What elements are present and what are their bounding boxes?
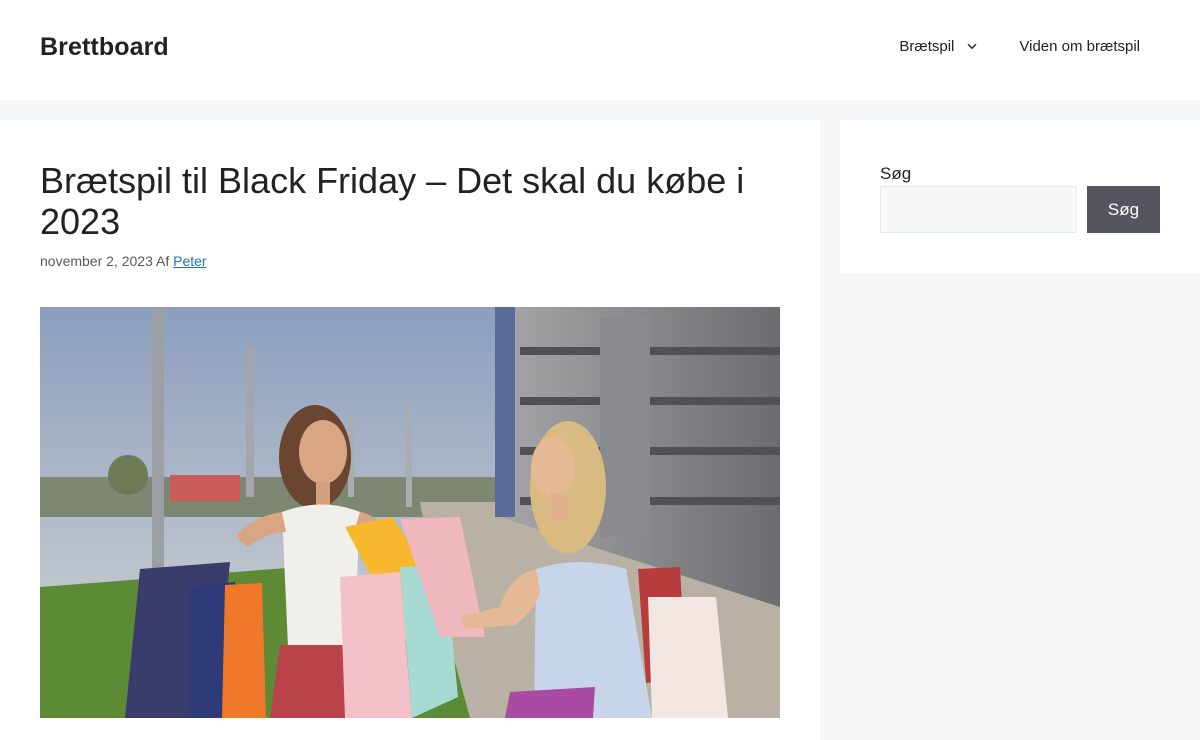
- search-label: Søg: [880, 164, 912, 183]
- search-input[interactable]: [880, 186, 1077, 233]
- article-meta: november 2, 2023 Af Peter: [40, 253, 207, 269]
- nav-item-braetspil[interactable]: Brætspil: [899, 38, 977, 55]
- nav-item-label: Brætspil: [899, 38, 955, 55]
- site-title-link[interactable]: Brettboard: [40, 33, 169, 62]
- article-date: november 2, 2023: [40, 253, 153, 269]
- author-link[interactable]: Peter: [173, 253, 206, 269]
- main-navigation: Brætspil Viden om brætspil: [899, 38, 1140, 55]
- search-button[interactable]: Søg: [1087, 186, 1160, 233]
- site-header: Brettboard Brætspil Viden om brætspil: [0, 0, 1200, 100]
- article-title: Brætspil til Black Friday – Det skal du …: [40, 160, 745, 242]
- search-widget: Søg Søg: [840, 120, 1200, 273]
- featured-image: [40, 307, 780, 718]
- chevron-down-icon[interactable]: [967, 43, 977, 50]
- author-prefix: Af: [155, 253, 170, 269]
- nav-item-viden-om-braetspil[interactable]: Viden om brætspil: [1019, 38, 1140, 55]
- nav-item-label: Viden om brætspil: [1019, 38, 1140, 55]
